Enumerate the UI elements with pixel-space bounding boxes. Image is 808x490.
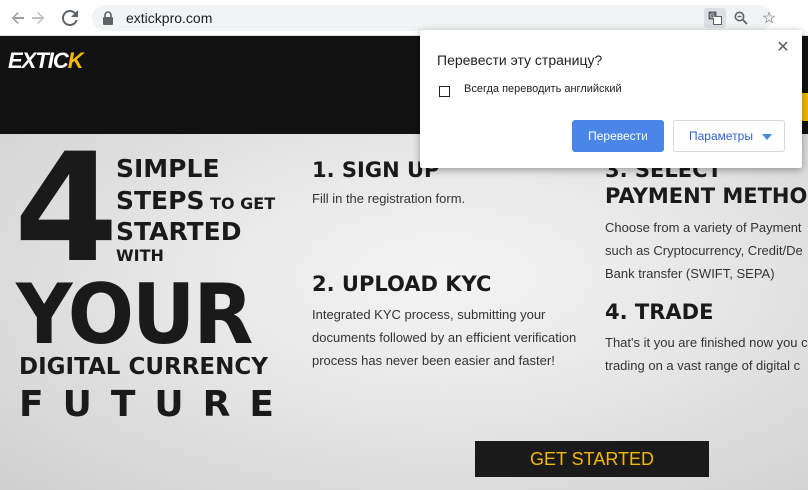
zoom-icon[interactable]	[730, 8, 752, 28]
step-2-title: 2. UPLOAD KYC	[312, 272, 492, 296]
site-logo[interactable]: EXTICK	[8, 48, 84, 74]
reload-icon[interactable]	[58, 6, 82, 30]
close-icon[interactable]: ✕	[774, 39, 792, 57]
translate-popup: Перевести эту страницу? ✕ Всегда перевод…	[420, 30, 802, 168]
step-4-title: 4. TRADE	[605, 300, 714, 324]
hero-big-number: 4	[14, 134, 119, 296]
hero-steps-word: STEPS	[116, 186, 205, 215]
logo-text: EXTIC	[8, 48, 69, 73]
svg-text:G: G	[710, 13, 715, 20]
step-1-text: Fill in the registration form.	[312, 191, 466, 206]
step-4-text: That's it you are finished now you c tra…	[605, 335, 808, 373]
chevron-down-icon	[762, 134, 772, 140]
options-button-label: Параметры	[689, 129, 753, 143]
always-translate-label[interactable]: Всегда переводить английский	[464, 83, 622, 95]
logo-accent: K	[67, 48, 84, 73]
step-3-text: Choose from a variety of Payment such as…	[605, 220, 803, 281]
hero-to-get: TO GET	[204, 194, 276, 213]
url-text[interactable]: extickpro.com	[126, 10, 212, 26]
translate-icon[interactable]: G	[704, 8, 726, 28]
translate-popup-title: Перевести эту страницу?	[437, 52, 603, 68]
address-bar[interactable]: extickpro.com G ☆	[92, 5, 776, 31]
hero-your: YOUR	[16, 267, 253, 364]
hero-digital-currency: DIGITAL CURRENCY	[19, 354, 268, 380]
lock-icon[interactable]	[102, 11, 114, 30]
translate-button[interactable]: Перевести	[572, 120, 664, 152]
hero-line-simple: SIMPLE	[116, 154, 220, 183]
get-started-button[interactable]: GET STARTED	[475, 441, 709, 477]
step-2-text: Integrated KYC process, submitting your …	[312, 307, 577, 368]
forward-icon[interactable]	[26, 6, 50, 30]
hero-line-with: WITH	[116, 246, 164, 265]
hero-line-started: STARTED	[116, 217, 242, 246]
hero-future: FUTURE	[19, 384, 293, 425]
hero-line-steps: STEPS TO GET	[116, 188, 275, 213]
options-button[interactable]: Параметры	[673, 120, 785, 152]
always-translate-checkbox[interactable]	[439, 86, 450, 97]
star-icon[interactable]: ☆	[758, 8, 780, 28]
hero-section: 4 SIMPLE STEPS TO GET STARTED WITH YOUR …	[0, 134, 808, 490]
